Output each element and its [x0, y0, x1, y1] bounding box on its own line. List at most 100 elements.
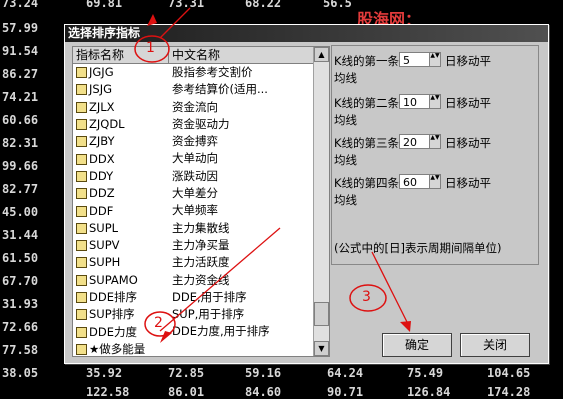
spin-arrows-icon[interactable]: ▲▼: [429, 53, 440, 66]
table-row[interactable]: ZJLX 资金流向: [73, 99, 329, 116]
table-row[interactable]: DDE力度 DDE力度,用于排序: [73, 323, 329, 340]
param-suffix-wrap: 均线: [334, 153, 357, 167]
indicator-code: SUPAMO: [89, 272, 138, 287]
indicator-name-cell: 股指参考交割价: [172, 65, 253, 79]
table-row[interactable]: SUPL 主力集散线: [73, 220, 329, 237]
bg-number: 86.27: [2, 67, 39, 81]
table-row[interactable]: DDF 大单频率: [73, 202, 329, 219]
param-label: K线的第二条: [334, 96, 400, 110]
indicator-code: SUPV: [89, 238, 120, 253]
formula-icon: [76, 292, 87, 303]
bg-number: 72.85: [168, 366, 205, 380]
bg-number: 82.31: [2, 136, 39, 150]
bg-number: 82.77: [2, 182, 39, 196]
indicator-code-cell: JSJG: [73, 81, 169, 98]
indicator-name-cell: 主力活跃度: [172, 255, 230, 270]
formula-icon: [76, 170, 87, 182]
indicator-code: SUPL: [89, 220, 119, 235]
bg-number: 67.70: [2, 274, 39, 288]
ma-period-input[interactable]: 20 ▲▼: [399, 134, 441, 149]
indicator-code: DDY: [89, 168, 114, 183]
spin-arrows-icon[interactable]: ▲▼: [429, 135, 440, 148]
table-row[interactable]: JGJG 股指参考交割价: [73, 64, 329, 81]
table-row[interactable]: DDZ 大单差分: [73, 185, 329, 202]
bg-number: 126.84: [407, 385, 451, 399]
dialog-title: 选择排序指标: [65, 25, 548, 42]
indicator-code-cell: SUPV: [73, 237, 169, 254]
indicator-code-cell: SUPL: [73, 220, 169, 237]
parameter-group: [331, 45, 539, 265]
list-scrollbar[interactable]: ▲ ▼: [313, 47, 329, 356]
bg-number: 72.66: [2, 320, 39, 334]
column-header-name[interactable]: 中文名称: [169, 47, 329, 63]
table-row[interactable]: DDE排序 DDE,用于排序: [73, 289, 329, 306]
indicator-code: ZJLX: [89, 99, 115, 114]
indicator-code-cell: ZJQDL: [73, 116, 169, 133]
ma-period-input[interactable]: 5 ▲▼: [399, 52, 441, 67]
indicator-code: DDE力度: [89, 324, 137, 339]
bg-number: 84.60: [245, 385, 282, 399]
table-row[interactable]: DDX 大单动向: [73, 150, 329, 167]
indicator-code: DDE排序: [89, 290, 137, 304]
bg-number: 64.24: [327, 366, 364, 380]
indicator-code: JSJG: [89, 82, 112, 97]
bg-number: 90.71: [327, 385, 364, 399]
unit-note: (公式中的[日]表示周期间隔单位): [334, 241, 502, 255]
spin-arrows-icon[interactable]: ▲▼: [429, 175, 440, 188]
bg-number: 56.5: [323, 0, 352, 10]
indicator-name-cell: 资金驱动力: [172, 116, 230, 131]
indicator-code: ★做多能量: [89, 341, 146, 356]
bg-number: 74.21: [2, 90, 39, 104]
indicator-name-cell: 涨跌动因: [172, 168, 218, 183]
list-header: 指标名称 中文名称: [73, 47, 329, 64]
indicator-code: ZJQDL: [89, 117, 125, 132]
scroll-down-icon[interactable]: ▼: [314, 341, 329, 356]
bg-number: 99.66: [2, 159, 39, 173]
bg-number: 86.01: [168, 385, 205, 399]
ma-period-input[interactable]: 10 ▲▼: [399, 94, 441, 109]
indicator-name-cell: [169, 341, 314, 356]
param-label: K线的第三条: [334, 136, 400, 150]
indicator-code-cell: SUPH: [73, 254, 169, 271]
formula-icon: [76, 188, 87, 200]
param-suffix: 日移动平: [445, 136, 491, 150]
ok-button[interactable]: 确定: [382, 333, 452, 357]
bg-number: 122.58: [86, 385, 130, 399]
table-row[interactable]: ★做多能量: [73, 341, 329, 356]
table-row[interactable]: JSJG 参考结算价(适用...: [73, 81, 329, 98]
bg-number: 104.65: [487, 366, 531, 380]
indicator-code-cell: ZJBY: [73, 133, 169, 150]
formula-icon: [76, 257, 87, 269]
bg-number: 60.66: [2, 113, 39, 127]
table-row[interactable]: DDY 涨跌动因: [73, 168, 329, 185]
param-suffix-wrap: 均线: [334, 193, 357, 207]
bg-number: 68.22: [245, 0, 282, 10]
formula-icon: [76, 326, 87, 338]
bg-number: 38.05: [2, 366, 39, 380]
table-row[interactable]: SUPAMO 主力资金线: [73, 272, 329, 289]
param-suffix: 日移动平: [445, 54, 491, 68]
table-row[interactable]: ZJQDL 资金驱动力: [73, 116, 329, 133]
bg-number: 57.99: [2, 21, 39, 35]
indicator-code-cell: ★做多能量: [73, 341, 169, 356]
ma-period-value: 60: [403, 176, 417, 189]
spin-arrows-icon[interactable]: ▲▼: [429, 95, 440, 108]
formula-icon: [76, 222, 87, 234]
close-button[interactable]: 关闭: [460, 333, 530, 357]
indicator-name-cell: SUP,用于排序: [172, 307, 245, 322]
scroll-up-icon[interactable]: ▲: [314, 47, 329, 62]
indicator-name-cell: 大单频率: [172, 203, 218, 218]
table-row[interactable]: ZJBY 资金搏弈: [73, 133, 329, 150]
formula-icon: [76, 240, 87, 252]
indicator-code: JGJG: [89, 65, 114, 80]
scroll-thumb[interactable]: [314, 302, 329, 326]
indicator-list[interactable]: 指标名称 中文名称 JGJG 股指参考交割价 JSJG 参考结算价(适用... ZJLX…: [72, 46, 330, 357]
bg-number: 91.54: [2, 44, 39, 58]
table-row[interactable]: SUP排序 SUP,用于排序: [73, 306, 329, 323]
bg-number: 69.81: [86, 0, 123, 10]
table-row[interactable]: SUPV 主力净买量: [73, 237, 329, 254]
bg-number: 77.58: [2, 343, 39, 357]
annotation-label-2: 2: [154, 315, 163, 331]
table-row[interactable]: SUPH 主力活跃度: [73, 254, 329, 271]
ma-period-input[interactable]: 60 ▲▼: [399, 174, 441, 189]
